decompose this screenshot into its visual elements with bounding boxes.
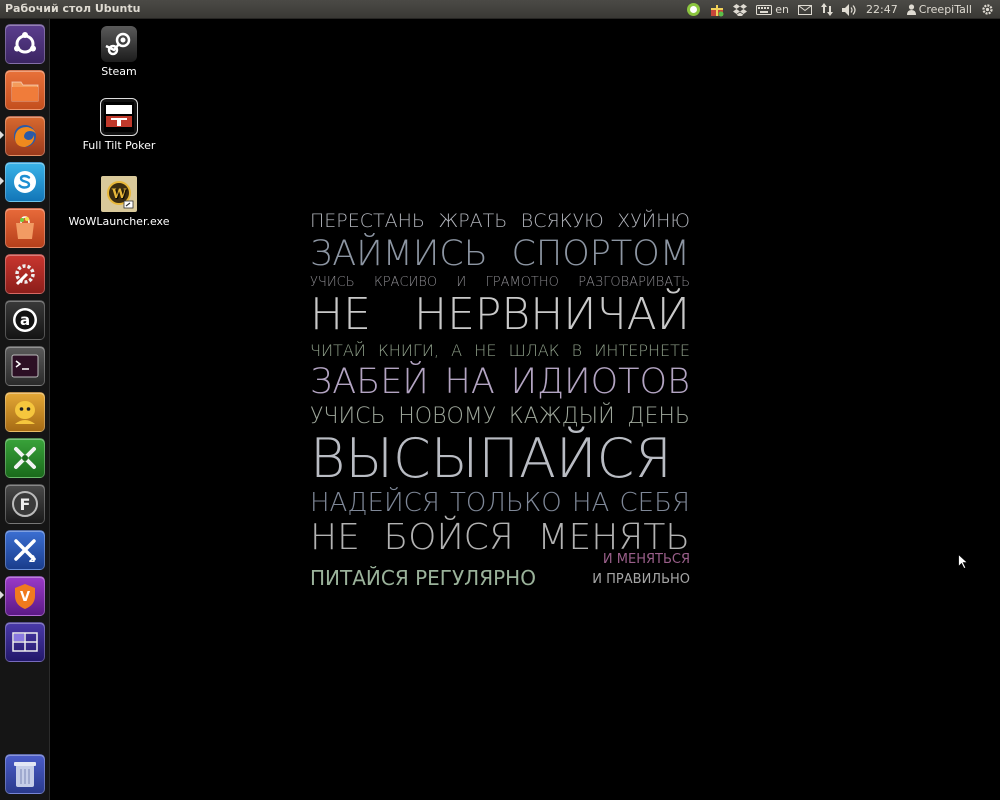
wallpaper-line-5: ЧИТАЙ КНИГИ, А НЕ ШЛАК В ИНТЕРНЕТЕ: [310, 341, 690, 360]
svg-text:W: W: [111, 187, 127, 202]
launcher-trash[interactable]: [5, 754, 45, 794]
terminal-icon: [11, 354, 39, 378]
user-menu[interactable]: CreepiTall: [906, 0, 972, 19]
dropbox-icon[interactable]: [733, 0, 748, 19]
launcher-ubuntu-home[interactable]: [5, 24, 45, 64]
launcher-files[interactable]: [5, 70, 45, 110]
launcher-workspaces[interactable]: [5, 622, 45, 662]
skype-icon: [14, 171, 36, 193]
keyboard-layout-indicator[interactable]: en: [756, 0, 789, 19]
wow-launcher-icon: W: [101, 176, 137, 212]
firefox-icon: [14, 125, 36, 147]
wallpaper-line-10b: И МЕНЯТЬСЯ: [602, 552, 690, 567]
dropbox-status-icon[interactable]: [686, 0, 701, 19]
keyboard-layout-label: en: [775, 3, 789, 16]
svg-text:F: F: [20, 495, 31, 514]
wallpaper-line-10: НЕ БОЙСЯ МЕНЯТЬ: [310, 517, 690, 558]
network-icon[interactable]: [821, 0, 833, 19]
mouse-cursor-icon: [958, 554, 968, 569]
wallpaper-line-11b: И ПРАВИЛЬНО: [592, 572, 690, 587]
indicator-area: en 22:47 CreepiTall: [686, 0, 1000, 19]
wallpaper-line-11: ПИТАЙСЯ РЕГУЛЯРНО: [310, 566, 536, 590]
wallpaper-line-4: НЕ НЕРВНИЧАЙ: [310, 289, 690, 340]
session-gear-icon[interactable]: [981, 0, 994, 19]
wallpaper-line-2: ЗАЙМИСЬ СПОРТОМ: [310, 234, 690, 274]
update-gift-icon[interactable]: [710, 0, 724, 19]
folder-icon: [11, 81, 39, 102]
crossover-icon: [14, 447, 36, 469]
desktop-icon-label: WoWLauncher.exe: [68, 215, 170, 228]
top-panel: Рабочий стол Ubuntu en 22:47 CreepiTall: [0, 0, 1000, 19]
desktop-icon-wowlauncher[interactable]: W WoWLauncher.exe: [64, 176, 174, 228]
mail-icon[interactable]: [798, 0, 812, 19]
running-indicator: [0, 591, 4, 599]
v-shield-icon: V: [15, 584, 35, 609]
launcher-terminal[interactable]: [5, 346, 45, 386]
running-indicator: [0, 131, 4, 139]
crossover-2-icon: 2: [14, 539, 36, 565]
settings-wrench-icon: [15, 264, 35, 286]
launcher-crossover-2[interactable]: 2: [5, 530, 45, 570]
launcher-system-settings[interactable]: [5, 254, 45, 294]
wallpaper-line-6: ЗАБЕЙ НА ИДИОТОВ: [310, 362, 690, 402]
user-name: CreepiTall: [918, 3, 972, 16]
wallpaper-line-9: НАДЕЙСЯ ТОЛЬКО НА СЕБЯ: [310, 488, 690, 518]
launcher: a F 2 V: [0, 19, 50, 800]
desktop-icon-steam[interactable]: Steam: [64, 26, 174, 78]
wallpaper-line-8: ВЫСЫПАЙСЯ: [310, 427, 672, 490]
volume-icon[interactable]: [842, 0, 857, 19]
svg-text:2: 2: [29, 554, 36, 565]
full-tilt-poker-logo-icon: [100, 98, 138, 136]
launcher-v-app[interactable]: V: [5, 576, 45, 616]
ubuntu-logo-icon: [14, 32, 36, 54]
svg-text:a: a: [20, 311, 30, 329]
launcher-f-app[interactable]: F: [5, 484, 45, 524]
wallpaper-line-3: УЧИСЬ КРАСИВО И ГРАМОТНО РАЗГОВАРИВАТЬ: [310, 275, 690, 290]
launcher-firefox[interactable]: [5, 116, 45, 156]
svg-text:V: V: [20, 590, 30, 605]
running-indicator: [0, 177, 4, 185]
steam-icon: [101, 26, 137, 62]
user-icon: [906, 4, 916, 15]
f-letter-icon: F: [12, 491, 38, 517]
launcher-skype[interactable]: [5, 162, 45, 202]
shopping-bag-icon: [16, 216, 34, 239]
window-title: Рабочий стол Ubuntu: [5, 2, 141, 15]
launcher-crossover[interactable]: [5, 438, 45, 478]
launcher-amazon[interactable]: a: [5, 300, 45, 340]
clock[interactable]: 22:47: [866, 0, 898, 19]
desktop-icon-label: Full Tilt Poker: [82, 139, 156, 152]
trash-icon: [14, 762, 36, 787]
wallpaper-line-7: УЧИСЬ НОВОМУ КАЖДЫЙ ДЕНЬ: [310, 404, 690, 429]
desktop-icon-label: Steam: [101, 65, 137, 78]
desktop-icon-full-tilt-poker[interactable]: Full Tilt Poker: [64, 98, 174, 152]
launcher-software-center[interactable]: [5, 208, 45, 248]
pidgin-icon: [15, 401, 35, 424]
launcher-pidgin[interactable]: [5, 392, 45, 432]
amazon-icon: a: [13, 308, 37, 332]
workspace-switcher-icon: [12, 632, 38, 652]
wallpaper-line-1: ПЕРЕСТАНЬ ЖРАТЬ ВСЯКУЮ ХУЙНЮ: [310, 210, 690, 232]
